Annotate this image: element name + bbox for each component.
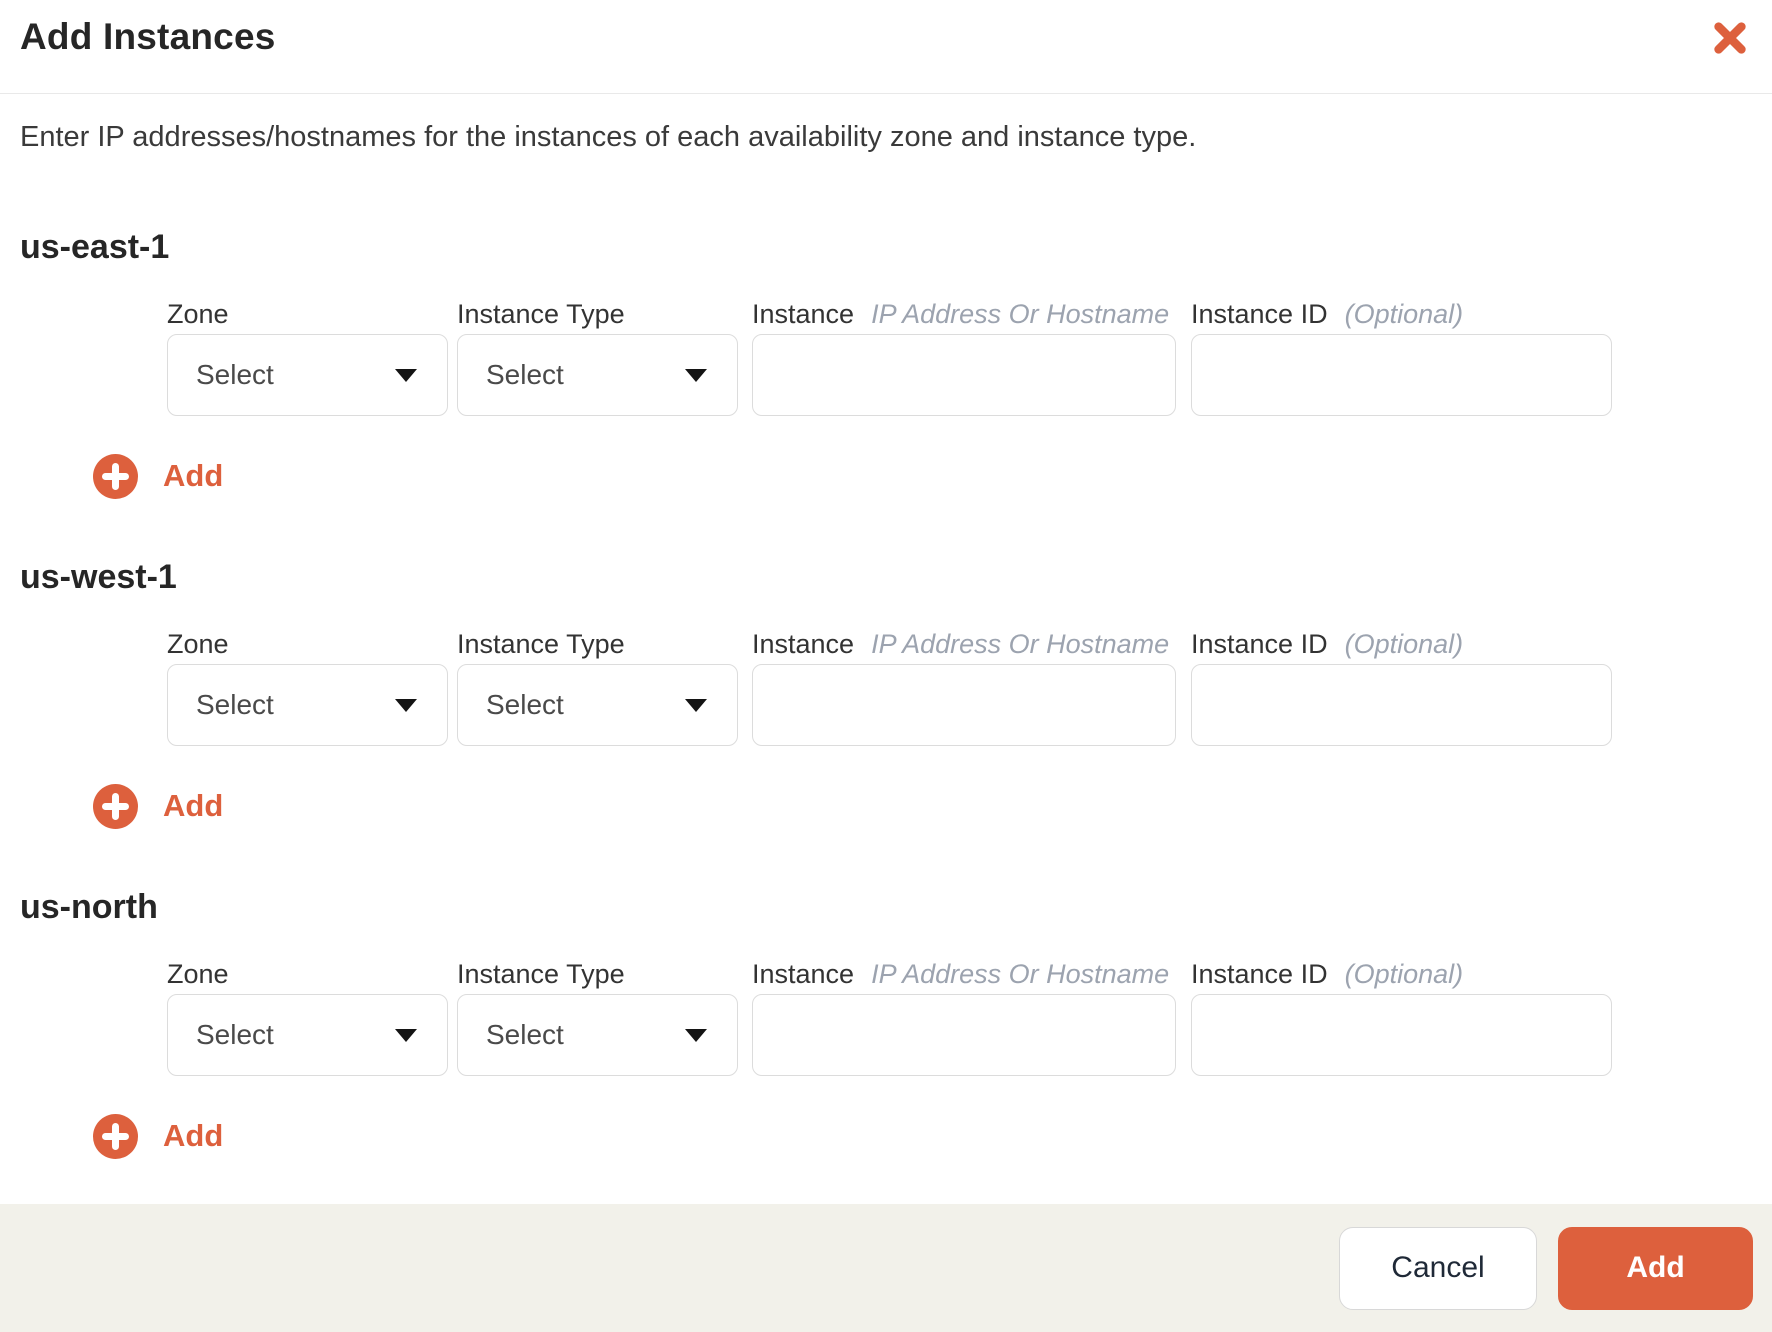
cancel-button[interactable]: Cancel [1339,1226,1537,1310]
chevron-down-icon [685,369,707,382]
instance-id-label: Instance ID [1191,959,1328,989]
field-labels-row: Zone Instance Type Instance IP Address Or… [167,630,1752,658]
zone-select-value: Select [196,1019,274,1050]
fields-row: Select Select [167,334,1752,416]
add-row-label: Add [163,788,224,823]
fields-row: Select Select [167,994,1752,1076]
instance-input[interactable] [752,994,1176,1076]
az-section-title: us-north [20,888,158,926]
instance-label: Instance [752,299,855,329]
modal-description: Enter IP addresses/hostnames for the ins… [20,121,1197,153]
add-instance-row-button[interactable]: Add [93,453,224,499]
instance-id-input[interactable] [1191,664,1612,746]
chevron-down-icon [395,369,417,382]
instance-hint: IP Address Or Hostname [871,959,1170,989]
zone-select[interactable]: Select [167,334,448,416]
instance-type-label: Instance Type [457,299,625,329]
instance-id-hint: (Optional) [1344,959,1464,989]
instance-type-label: Instance Type [457,629,625,659]
plus-circle-icon [93,453,138,499]
modal-content: Enter IP addresses/hostnames for the ins… [0,94,1772,1204]
zone-select[interactable]: Select [167,664,448,746]
instance-id-label: Instance ID [1191,629,1328,659]
add-instance-row-button[interactable]: Add [93,783,224,829]
instance-input[interactable] [752,664,1176,746]
modal-footer: Cancel Add [0,1204,1772,1332]
add-button[interactable]: Add [1558,1226,1753,1310]
instance-id-input[interactable] [1191,334,1612,416]
close-button[interactable] [1706,14,1754,62]
add-instance-row-button[interactable]: Add [93,1113,224,1159]
instance-type-select[interactable]: Select [457,994,738,1076]
fields-row: Select Select [167,664,1752,746]
modal-header: Add Instances [0,0,1772,94]
field-labels-row: Zone Instance Type Instance IP Address Or… [167,960,1752,988]
instance-hint: IP Address Or Hostname [871,629,1170,659]
plus-circle-icon [93,1113,138,1159]
zone-select[interactable]: Select [167,994,448,1076]
zone-label: Zone [167,629,229,659]
plus-circle-icon [93,783,138,829]
instance-type-label: Instance Type [457,959,625,989]
instance-id-hint: (Optional) [1344,299,1464,329]
instance-input[interactable] [752,334,1176,416]
field-labels-row: Zone Instance Type Instance IP Address Or… [167,300,1752,328]
instance-id-input[interactable] [1191,994,1612,1076]
az-section-us-west-1: us-west-1 Zone Instance Type Instance IP … [20,558,1752,829]
zone-label: Zone [167,959,229,989]
instance-hint: IP Address Or Hostname [871,299,1170,329]
instance-label: Instance [752,959,855,989]
chevron-down-icon [395,699,417,712]
modal-title: Add Instances [20,16,276,57]
chevron-down-icon [685,699,707,712]
add-row-label: Add [163,458,224,493]
az-section-title: us-west-1 [20,558,177,596]
zone-label: Zone [167,299,229,329]
close-icon [1711,19,1749,57]
add-row-label: Add [163,1118,224,1153]
az-section-us-north: us-north Zone Instance Type Instance IP A… [20,888,1752,1159]
instance-id-hint: (Optional) [1344,629,1464,659]
az-section-title: us-east-1 [20,228,170,266]
instance-type-select[interactable]: Select [457,334,738,416]
instance-type-select-value: Select [486,689,564,720]
instance-label: Instance [752,629,855,659]
instance-id-label: Instance ID [1191,299,1328,329]
zone-select-value: Select [196,689,274,720]
az-section-us-east-1: us-east-1 Zone Instance Type Instance IP … [20,228,1752,499]
chevron-down-icon [395,1029,417,1042]
zone-select-value: Select [196,359,274,390]
instance-type-select[interactable]: Select [457,664,738,746]
add-instances-modal: Add Instances Enter IP addresses/hostnam… [0,0,1772,1332]
chevron-down-icon [685,1029,707,1042]
instance-type-select-value: Select [486,1019,564,1050]
instance-type-select-value: Select [486,359,564,390]
